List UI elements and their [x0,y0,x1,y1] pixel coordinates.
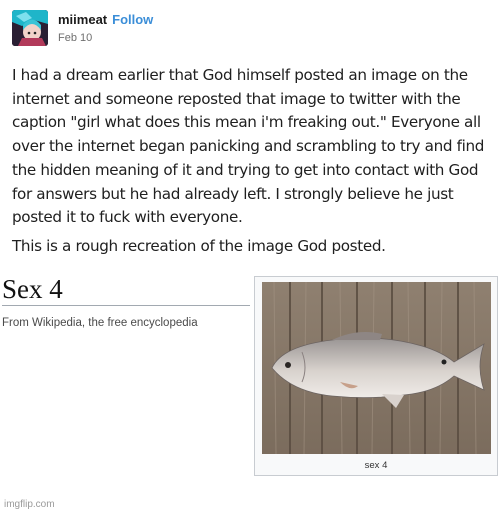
wiki-divider [2,305,250,306]
follow-button[interactable]: Follow [112,12,153,27]
imgflip-watermark: imgflip.com [4,499,55,510]
avatar[interactable] [12,10,48,46]
wiki-image: Sex 4 From Wikipedia, the free encyclope… [2,274,498,496]
wiki-title: Sex 4 [2,274,63,304]
infobox: sex 4 [254,276,498,476]
image-caption: sex 4 [364,460,388,471]
post-header: miimeat Follow Feb 10 [12,10,153,50]
username-row: miimeat Follow [58,12,153,27]
post-paragraph: This is a rough recreation of the image … [12,237,386,255]
avatar-image [12,10,48,46]
username[interactable]: miimeat [58,12,107,27]
post-paragraph: I had a dream earlier that God himself p… [12,66,485,227]
fish-on-wood-image [262,282,491,454]
fish-photo[interactable] [262,282,491,454]
post-body: I had a dream earlier that God himself p… [12,64,494,270]
wiki-subtitle: From Wikipedia, the free encyclopedia [2,317,198,329]
post-date[interactable]: Feb 10 [58,32,92,44]
